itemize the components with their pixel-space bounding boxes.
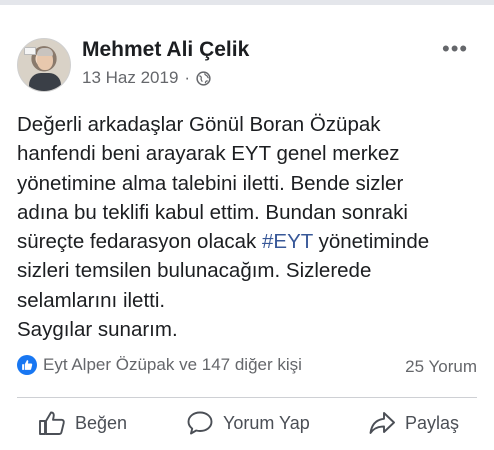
reactions-summary[interactable]: Eyt Alper Özüpak ve 147 diğer kişi: [17, 355, 302, 375]
post-line: Saygılar sunarım.: [17, 318, 178, 342]
globe-icon[interactable]: [196, 70, 211, 86]
post-line: hanfendi beni arayarak EYT genel merkez: [17, 142, 400, 166]
thumbs-up-icon: [39, 411, 65, 435]
comment-button[interactable]: Yorum Yap: [186, 410, 310, 436]
avatar-hair: [37, 48, 53, 56]
avatar[interactable]: [17, 38, 71, 92]
post-meta: 13 Haz 2019 ·: [82, 68, 211, 88]
meta-separator: ·: [184, 68, 191, 87]
like-label: Beğen: [75, 412, 128, 433]
avatar-background-sign: [24, 47, 36, 55]
reactions-text[interactable]: Eyt Alper Özüpak ve 147 diğer kişi: [43, 355, 302, 375]
post-line: adına bu teklifi kabul ettim. Bundan son…: [17, 200, 408, 224]
avatar-suit: [29, 73, 61, 91]
actions-divider: [17, 397, 477, 398]
like-reaction-icon: [17, 355, 37, 375]
like-button[interactable]: Beğen: [38, 410, 127, 436]
post-line: süreçte fedarasyon olacak #EYT yönetimin…: [17, 227, 487, 256]
post-line-text: süreçte fedarasyon olacak: [17, 230, 262, 254]
post-line: Değerli arkadaşlar Gönül Boran Özüpak: [17, 113, 381, 136]
post-date[interactable]: 13 Haz 2019: [82, 68, 178, 88]
post-line: selamlarını iletti.: [17, 288, 166, 312]
comment-label: Yorum Yap: [223, 412, 310, 433]
share-label: Paylaş: [405, 412, 460, 433]
comment-bubble-icon: [187, 411, 213, 435]
action-bar: Beğen Yorum Yap Paylaş: [0, 410, 494, 446]
post-line: yönetimine alma talebini iletti. Bende s…: [17, 171, 404, 195]
post-body: Değerli arkadaşlar Gönül Boran Özüpak ha…: [17, 110, 487, 344]
comments-count[interactable]: 25 Yorum: [405, 357, 477, 377]
share-arrow-icon: [369, 412, 395, 434]
hashtag-link[interactable]: #EYT: [262, 230, 313, 253]
more-options-icon[interactable]: •••: [442, 38, 468, 60]
share-button[interactable]: Paylaş: [368, 410, 459, 436]
top-border: [0, 0, 494, 5]
post-line-text: yönetiminde: [312, 230, 430, 254]
post-line: sizleri temsilen bulunacağım. Sizlerede: [17, 259, 372, 283]
author-name[interactable]: Mehmet Ali Çelik: [82, 38, 249, 62]
